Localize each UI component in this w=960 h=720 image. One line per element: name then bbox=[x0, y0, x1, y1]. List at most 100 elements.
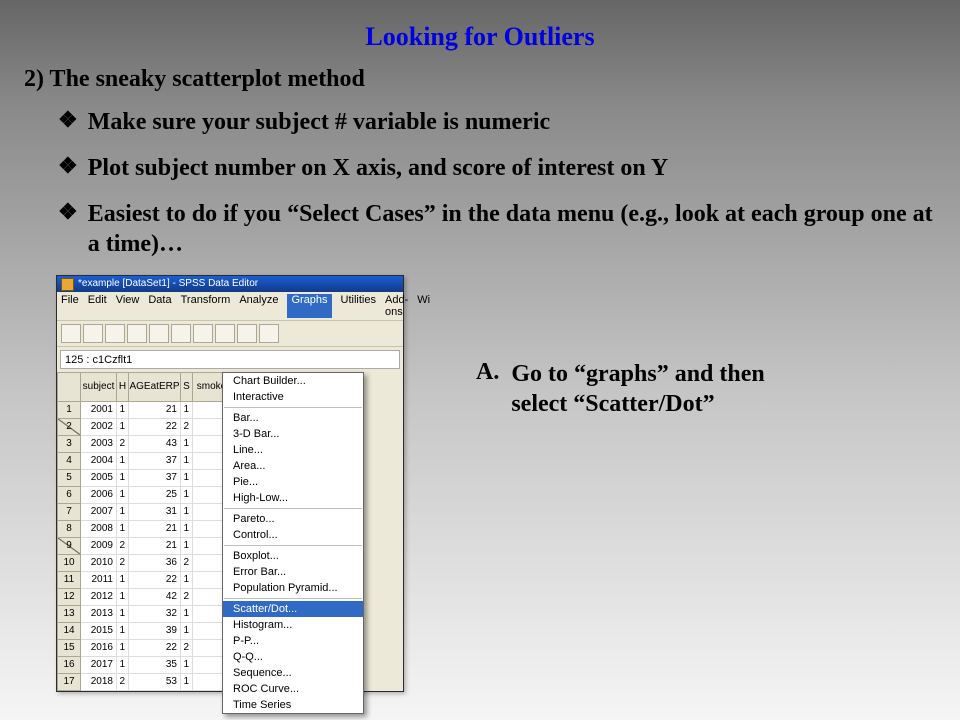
data-cell[interactable]: 37 bbox=[129, 470, 181, 487]
data-cell[interactable]: 2 bbox=[117, 538, 129, 555]
menu-item[interactable]: Histogram... bbox=[223, 617, 363, 633]
menu-item[interactable]: Area... bbox=[223, 458, 363, 474]
data-cell[interactable]: 2 bbox=[181, 589, 193, 606]
toolbar-button[interactable] bbox=[237, 324, 257, 343]
column-header[interactable]: subject bbox=[81, 372, 117, 402]
data-cell[interactable]: 2012 bbox=[81, 589, 117, 606]
data-cell[interactable]: 1 bbox=[181, 657, 193, 674]
data-cell[interactable]: 1 bbox=[181, 453, 193, 470]
menu-item[interactable]: P-P... bbox=[223, 633, 363, 649]
data-cell[interactable]: 42 bbox=[129, 589, 181, 606]
menu-item[interactable]: Chart Builder... bbox=[223, 373, 363, 389]
data-cell[interactable]: 2 bbox=[117, 674, 129, 691]
column-header[interactable]: S bbox=[181, 372, 193, 402]
menu-item[interactable]: Bar... bbox=[223, 410, 363, 426]
data-cell[interactable]: 39 bbox=[129, 623, 181, 640]
menu-addons[interactable]: Add-ons bbox=[385, 294, 408, 318]
data-cell[interactable]: 1 bbox=[181, 402, 193, 419]
data-cell[interactable]: 22 bbox=[129, 572, 181, 589]
data-cell[interactable]: 2003 bbox=[81, 436, 117, 453]
row-number[interactable]: 8 bbox=[57, 521, 81, 538]
data-cell[interactable]: 1 bbox=[181, 470, 193, 487]
menu-item[interactable]: Interactive bbox=[223, 389, 363, 405]
row-number[interactable]: 2 bbox=[57, 419, 81, 436]
data-cell[interactable]: 1 bbox=[181, 521, 193, 538]
menu-graphs[interactable]: Graphs bbox=[287, 294, 331, 318]
data-cell[interactable]: 21 bbox=[129, 402, 181, 419]
data-cell[interactable]: 1 bbox=[181, 674, 193, 691]
data-cell[interactable]: 21 bbox=[129, 521, 181, 538]
menu-item[interactable]: ROC Curve... bbox=[223, 681, 363, 697]
column-header[interactable]: H bbox=[117, 372, 129, 402]
row-number[interactable]: 3 bbox=[57, 436, 81, 453]
menu-item[interactable]: 3-D Bar... bbox=[223, 426, 363, 442]
data-cell[interactable]: 1 bbox=[181, 487, 193, 504]
data-cell[interactable]: 1 bbox=[181, 436, 193, 453]
data-cell[interactable]: 2016 bbox=[81, 640, 117, 657]
data-cell[interactable]: 2018 bbox=[81, 674, 117, 691]
data-cell[interactable]: 1 bbox=[181, 538, 193, 555]
row-number[interactable]: 6 bbox=[57, 487, 81, 504]
menu-data[interactable]: Data bbox=[148, 294, 171, 318]
toolbar-button[interactable] bbox=[259, 324, 279, 343]
data-cell[interactable]: 1 bbox=[181, 623, 193, 640]
toolbar-button[interactable] bbox=[193, 324, 213, 343]
toolbar-button[interactable] bbox=[105, 324, 125, 343]
data-cell[interactable]: 21 bbox=[129, 538, 181, 555]
data-cell[interactable]: 1 bbox=[117, 470, 129, 487]
data-cell[interactable]: 37 bbox=[129, 453, 181, 470]
row-number[interactable]: 5 bbox=[57, 470, 81, 487]
data-cell[interactable]: 1 bbox=[117, 572, 129, 589]
data-cell[interactable]: 1 bbox=[181, 504, 193, 521]
data-cell[interactable]: 2015 bbox=[81, 623, 117, 640]
data-cell[interactable]: 43 bbox=[129, 436, 181, 453]
data-cell[interactable]: 1 bbox=[117, 640, 129, 657]
data-cell[interactable]: 2009 bbox=[81, 538, 117, 555]
data-cell[interactable]: 1 bbox=[117, 419, 129, 436]
menu-item[interactable]: Error Bar... bbox=[223, 564, 363, 580]
toolbar-button[interactable] bbox=[61, 324, 81, 343]
menu-edit[interactable]: Edit bbox=[88, 294, 107, 318]
column-header[interactable] bbox=[57, 372, 81, 402]
data-cell[interactable]: 1 bbox=[117, 606, 129, 623]
menu-file[interactable]: File bbox=[61, 294, 79, 318]
row-number[interactable]: 11 bbox=[57, 572, 81, 589]
column-header[interactable]: AGEatERP bbox=[129, 372, 181, 402]
toolbar-button[interactable] bbox=[215, 324, 235, 343]
row-number[interactable]: 10 bbox=[57, 555, 81, 572]
menu-item[interactable]: Scatter/Dot... bbox=[223, 601, 363, 617]
row-number[interactable]: 13 bbox=[57, 606, 81, 623]
row-number[interactable]: 4 bbox=[57, 453, 81, 470]
data-cell[interactable]: 1 bbox=[117, 521, 129, 538]
menu-view[interactable]: View bbox=[116, 294, 140, 318]
row-number[interactable]: 16 bbox=[57, 657, 81, 674]
data-cell[interactable]: 2010 bbox=[81, 555, 117, 572]
menu-item[interactable]: Line... bbox=[223, 442, 363, 458]
menu-utilities[interactable]: Utilities bbox=[341, 294, 376, 318]
data-cell[interactable]: 2002 bbox=[81, 419, 117, 436]
data-cell[interactable]: 2013 bbox=[81, 606, 117, 623]
menu-analyze[interactable]: Analyze bbox=[239, 294, 278, 318]
data-cell[interactable]: 31 bbox=[129, 504, 181, 521]
menu-item[interactable]: Pareto... bbox=[223, 511, 363, 527]
data-cell[interactable]: 2004 bbox=[81, 453, 117, 470]
data-cell[interactable]: 2 bbox=[181, 640, 193, 657]
menu-item[interactable]: Population Pyramid... bbox=[223, 580, 363, 596]
data-cell[interactable]: 22 bbox=[129, 419, 181, 436]
data-cell[interactable]: 2 bbox=[181, 419, 193, 436]
menu-item[interactable]: Q-Q... bbox=[223, 649, 363, 665]
data-cell[interactable]: 25 bbox=[129, 487, 181, 504]
row-number[interactable]: 17 bbox=[57, 674, 81, 691]
data-cell[interactable]: 2001 bbox=[81, 402, 117, 419]
data-cell[interactable]: 53 bbox=[129, 674, 181, 691]
menu-item[interactable]: Sequence... bbox=[223, 665, 363, 681]
data-cell[interactable]: 1 bbox=[117, 657, 129, 674]
menu-transform[interactable]: Transform bbox=[181, 294, 231, 318]
row-number[interactable]: 12 bbox=[57, 589, 81, 606]
data-cell[interactable]: 2 bbox=[117, 436, 129, 453]
row-number[interactable]: 14 bbox=[57, 623, 81, 640]
data-cell[interactable]: 2008 bbox=[81, 521, 117, 538]
menu-item[interactable]: High-Low... bbox=[223, 490, 363, 506]
toolbar-button[interactable] bbox=[127, 324, 147, 343]
data-cell[interactable]: 22 bbox=[129, 640, 181, 657]
